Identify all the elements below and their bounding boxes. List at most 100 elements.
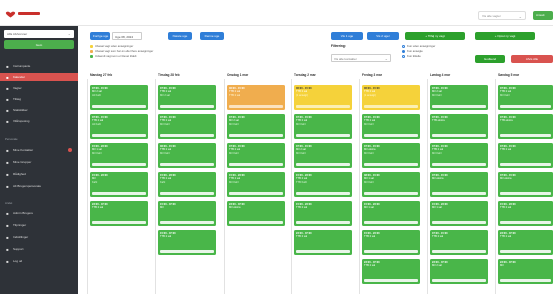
shift-card[interactable]: 15:00 - 23:00 TTB 2 sal xyxy=(498,201,553,226)
shift-note-field[interactable] xyxy=(160,163,214,166)
prev-week-button[interactable]: Forrige uge xyxy=(90,32,110,40)
shift-note-field[interactable] xyxy=(229,105,283,108)
shift-card[interactable]: 15:00 - 23:00 TTB 2 sal xyxy=(362,230,420,255)
shift-card[interactable]: 07:00 - 15:00 M3 ekstra xyxy=(498,172,553,197)
shift-note-field[interactable] xyxy=(296,192,350,195)
shift-card[interactable]: 07:00 - 15:00 TTB 2 sal M3 Kahl xyxy=(227,143,285,168)
shift-card[interactable]: 07:00 - 15:00 TTB 2 sal M3 Kahl xyxy=(362,114,420,139)
shift-card[interactable]: 06:00 - 15:00 TTB 2 sal M3 Kahl xyxy=(158,143,216,168)
shift-note-field[interactable] xyxy=(432,163,486,166)
shift-note-field[interactable] xyxy=(500,105,551,108)
shift-note-field[interactable] xyxy=(296,221,350,224)
shift-note-field[interactable] xyxy=(296,163,350,166)
shift-card[interactable]: 07:00 - 15:00 M3 2 sal M3 Kahl xyxy=(227,114,285,139)
next-week-button[interactable]: Næste uge xyxy=(168,32,192,40)
shift-card[interactable]: 15:00 - 23:00 M3 1 sal xyxy=(362,201,420,226)
shift-note-field[interactable] xyxy=(432,279,486,282)
shift-note-field[interactable] xyxy=(229,192,283,195)
shift-card[interactable]: 23:00 - 07:00 M3 ekstra xyxy=(227,201,285,226)
shift-card[interactable]: 07:00 - 15:00 M3 2 sal M3 Kahl xyxy=(294,143,352,168)
shift-card[interactable]: 15:00 - 23:00 TTB 2 sal TTB Kahl xyxy=(294,172,352,197)
sidebar-item-support[interactable]: ■ Support xyxy=(0,245,78,253)
shift-card[interactable]: 23:00 - 07:00 TTB 2 sal xyxy=(362,259,420,284)
shift-note-field[interactable] xyxy=(364,192,418,195)
shift-card[interactable]: 07:00 - 15:00 M3 ekstra M3 Kahl xyxy=(362,143,420,168)
shift-card[interactable]: 23:00 - 07:00 M3 xyxy=(498,259,553,284)
shift-card[interactable]: 07:00 - 15:00 TTB ekstra xyxy=(430,114,488,139)
user-select[interactable]: Vis alle vagter ⌄ xyxy=(478,11,526,20)
shift-note-field[interactable] xyxy=(229,163,283,166)
shift-note-field[interactable] xyxy=(160,192,214,195)
shift-note-field[interactable] xyxy=(364,163,418,166)
shift-card[interactable]: 06:00 - 15:00 TTB 2 sal (1 ansøgt) xyxy=(362,85,420,110)
approve-button[interactable]: Godkend xyxy=(475,55,505,63)
shift-note-field[interactable] xyxy=(500,279,551,282)
shift-note-field[interactable] xyxy=(92,221,146,224)
shift-card[interactable]: 07:00 - 15:00 TTB 2 sal M3 Kahl xyxy=(430,143,488,168)
sidebar-item-indstillinger[interactable]: ■ Indstillinger xyxy=(0,233,78,241)
add-shift-button[interactable]: + Tilføj ny vagt xyxy=(405,32,465,40)
sidebar-item-admin-brugere[interactable]: ■ Admin Brugere xyxy=(0,209,78,217)
sidebar-item-rådighed[interactable]: ■ Rådighed xyxy=(0,170,78,178)
shift-card[interactable]: 23:00 - 07:00 M3 2 sal xyxy=(430,259,488,284)
shift-note-field[interactable] xyxy=(92,105,146,108)
shift-note-field[interactable] xyxy=(92,192,146,195)
shift-card[interactable]: 07:00 - 15:00 TTB 2 sal M3 Kahl xyxy=(294,114,352,139)
shift-card[interactable]: 07:00 - 15:00 TTB 2 sal Ali Kahl xyxy=(90,114,148,139)
shift-card[interactable]: 15:00 - 23:00 TTB 2 sal Kahl xyxy=(158,172,216,197)
shift-card[interactable]: 07:00 - 15:00 TTB 2 sal M3 2 sal xyxy=(158,85,216,110)
shift-card[interactable]: 07:00 - 15:00 TTB ekstra xyxy=(498,114,553,139)
shift-note-field[interactable] xyxy=(296,105,350,108)
shift-note-field[interactable] xyxy=(500,221,551,224)
reject-all-button[interactable]: Afvis Alle xyxy=(511,55,553,63)
view-1-week-button[interactable]: Vis 1 uge xyxy=(331,32,363,40)
week-date-input[interactable]: Uge 08, 2024 xyxy=(112,32,142,40)
filter-radio[interactable]: Kun tildelte xyxy=(402,54,421,58)
contact-filter-select[interactable]: Vis alle kontakter ⌄ xyxy=(331,54,391,62)
sidebar-item-mine-kontakter[interactable]: ■ Mine Kontakter xyxy=(0,146,78,154)
shift-note-field[interactable] xyxy=(92,163,146,166)
shift-note-field[interactable] xyxy=(160,221,214,224)
shift-card[interactable]: 23:00 - 07:00 TTB 2 sal xyxy=(294,230,352,255)
sidebar-item-instrumpanle[interactable]: ■ Instrumpanle xyxy=(0,62,78,70)
shift-card[interactable]: 07:00 - 15:00 TTB 2 sal xyxy=(498,143,553,168)
shift-card[interactable]: 08:00 - 15:00 M3 1 sal M3 Kahl xyxy=(362,172,420,197)
filter-radio[interactable]: Kun uden ansøgninger xyxy=(402,44,435,48)
shift-note-field[interactable] xyxy=(432,221,486,224)
shift-note-field[interactable] xyxy=(296,134,350,137)
shift-note-field[interactable] xyxy=(500,250,551,253)
shift-note-field[interactable] xyxy=(500,163,551,166)
create-shift-button[interactable]: + Opret ny vagt xyxy=(475,32,535,40)
shift-note-field[interactable] xyxy=(432,192,486,195)
shift-card[interactable]: 15:00 - 23:00 TTB 2 sal M3 Kahl xyxy=(227,172,285,197)
shift-card[interactable]: 07:00 - 15:00 TTB 2 sal M3 Kahl xyxy=(158,114,216,139)
sidebar-item-alt-brugerspersonale[interactable]: ■ Alt Brugerspersonale xyxy=(0,182,78,190)
shift-note-field[interactable] xyxy=(432,250,486,253)
shift-card[interactable]: 23:00 - 07:00 TTB 2 sal xyxy=(498,230,553,255)
shift-card[interactable]: 07:00 - 15:00 M3 2 sal Ali Kahl xyxy=(90,85,148,110)
shift-card[interactable]: 07:00 - 15:00 TTB 2 sal M3 Kahl xyxy=(498,85,553,110)
shift-card[interactable]: 23:00 - 07:00 TTB 2 sal xyxy=(90,201,148,226)
sidebar-item-kalender[interactable]: ■ Kalender xyxy=(0,73,78,81)
sidebar-item-tilpninger[interactable]: ■ Tilpninger xyxy=(0,221,78,229)
shift-note-field[interactable] xyxy=(160,105,214,108)
shift-note-field[interactable] xyxy=(296,250,350,253)
shift-note-field[interactable] xyxy=(92,134,146,137)
shift-card[interactable]: 15:00 - 23:00 TTB 2 sal xyxy=(294,201,352,226)
filter-radio[interactable]: Kun ansøgte xyxy=(402,49,423,53)
organization-select[interactable]: Alfa Alvhorsner ⌄ xyxy=(4,30,74,38)
shift-card[interactable]: 07:00 - 15:00 TTB 2 sal xyxy=(430,230,488,255)
shift-card[interactable]: 06:00 - 15:00 TTB 2 sal (1 ansøgt) xyxy=(294,85,352,110)
shift-note-field[interactable] xyxy=(500,134,551,137)
shift-note-field[interactable] xyxy=(432,105,486,108)
shift-note-field[interactable] xyxy=(432,134,486,137)
shift-note-field[interactable] xyxy=(229,134,283,137)
shift-note-field[interactable] xyxy=(364,279,418,282)
shift-note-field[interactable] xyxy=(364,221,418,224)
this-week-button[interactable]: Denne uge xyxy=(200,32,224,40)
shift-card[interactable]: 07:00 - 15:00 M3 2 sal M3 Kahl xyxy=(430,85,488,110)
shift-note-field[interactable] xyxy=(160,134,214,137)
sidebar-item-vagter[interactable]: ■ Vagter xyxy=(0,84,78,92)
shift-note-field[interactable] xyxy=(364,250,418,253)
sidebar-save-button[interactable]: Gem xyxy=(4,40,74,49)
